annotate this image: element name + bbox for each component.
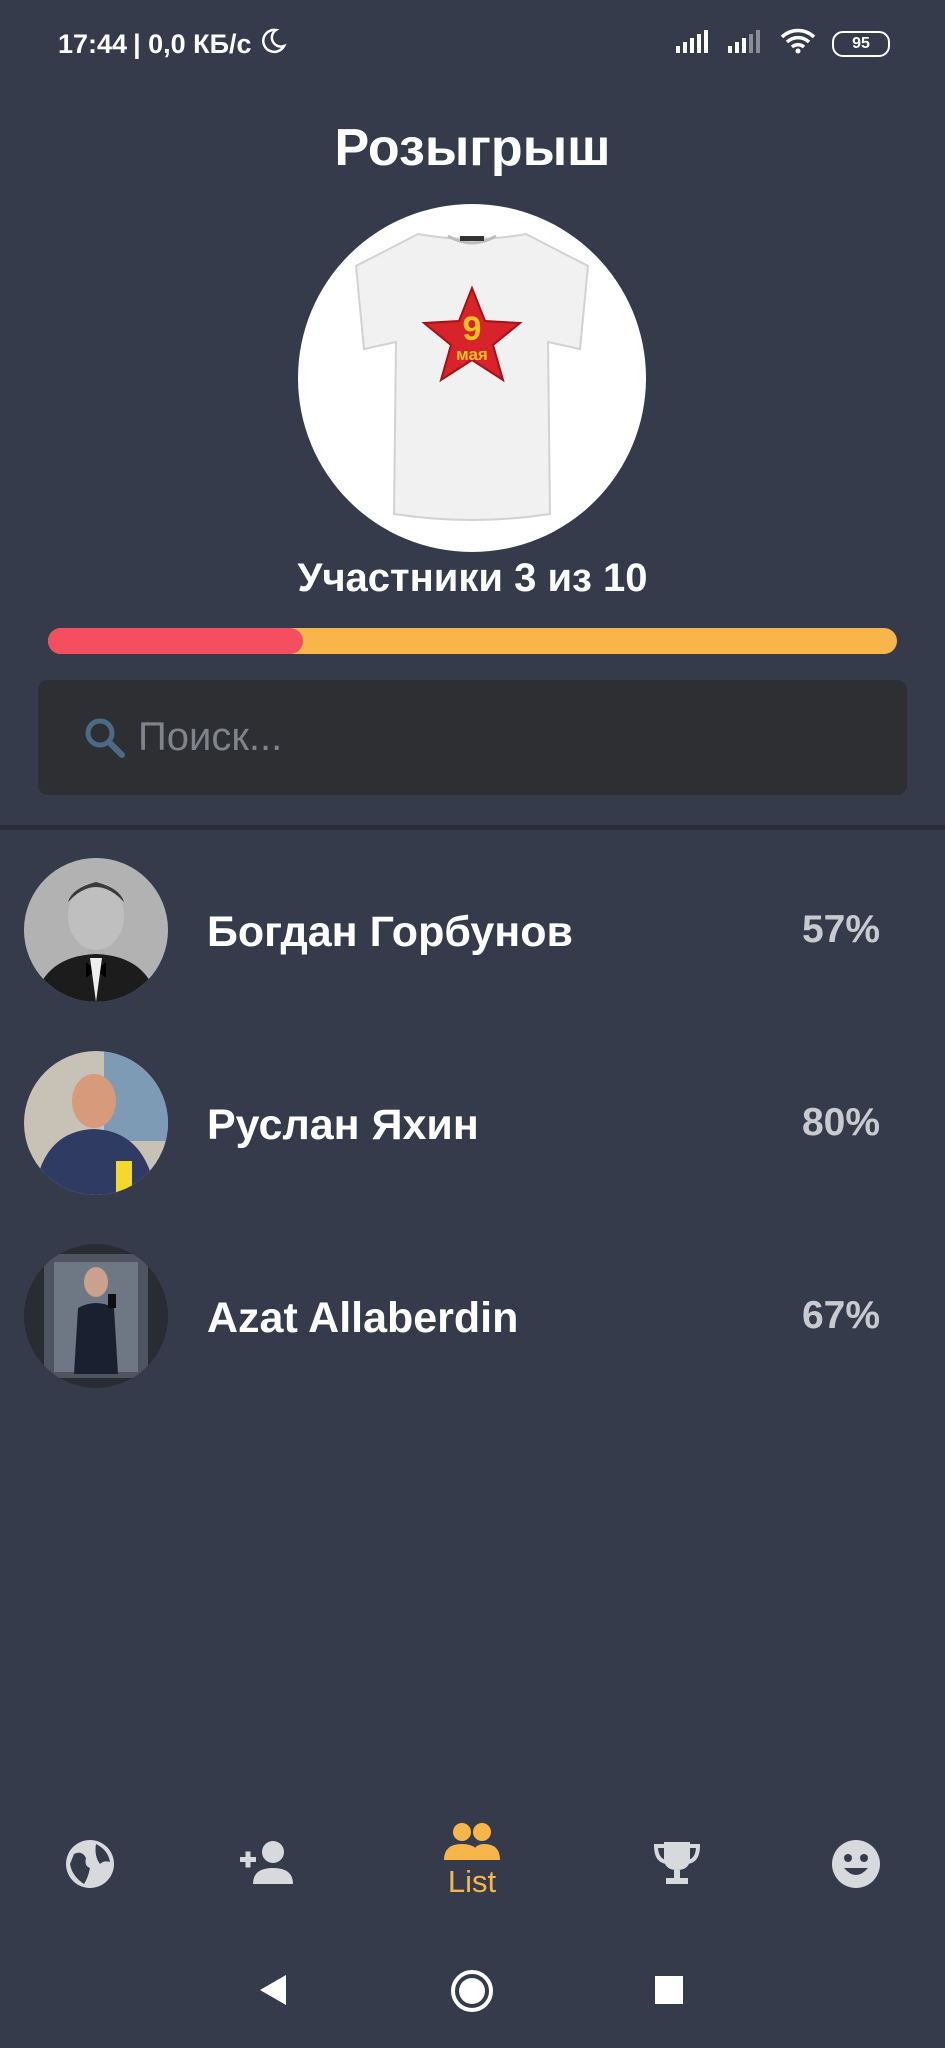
participant-name: Azat Allaberdin — [207, 1294, 519, 1342]
list-item[interactable]: Azat Allaberdin 67% — [0, 1236, 945, 1429]
tshirt-icon: 9 мая — [354, 232, 590, 521]
avatar — [24, 1051, 168, 1195]
participant-list: Богдан Горбунов 57% Руслан Яхин 80% Azat… — [0, 850, 945, 1429]
globe-icon — [66, 1840, 114, 1888]
people-icon — [444, 1823, 500, 1860]
search-icon — [85, 718, 125, 758]
system-navigation-bar — [0, 1955, 945, 2025]
star-number: 9 — [463, 310, 482, 348]
participant-percent: 80% — [801, 1101, 880, 1144]
list-item[interactable]: Богдан Горбунов 57% — [0, 850, 945, 1043]
nav-item-add-participant[interactable] — [207, 1838, 327, 1888]
avatar — [24, 1244, 168, 1388]
recents-icon[interactable] — [654, 1975, 684, 2005]
status-right: 95 — [676, 28, 890, 59]
participant-percent: 57% — [801, 908, 880, 951]
participant-name: Руслан Яхин — [207, 1101, 479, 1149]
add-person-icon — [240, 1841, 293, 1884]
home-icon[interactable] — [450, 1969, 494, 2013]
participants-count: Участники 3 из 10 — [297, 556, 648, 600]
participant-percent: 67% — [801, 1294, 880, 1337]
participant-name: Богдан Горбунов — [207, 908, 573, 956]
status-bar: 17:44 | 0,0 КБ/с 95 — [0, 0, 945, 90]
participants-progress-bar — [48, 628, 897, 654]
nav-item-trophy[interactable] — [617, 1838, 737, 1888]
avatar — [24, 858, 168, 1002]
network-speed: | 0,0 КБ/с — [133, 29, 252, 59]
list-item[interactable]: Руслан Яхин 80% — [0, 1043, 945, 1236]
status-left: 17:44 | 0,0 КБ/с — [58, 26, 288, 63]
nav-item-list[interactable]: List — [412, 1822, 532, 1900]
smiley-icon — [832, 1840, 880, 1888]
prize-image: 9 мая — [298, 204, 646, 552]
bottom-navigation: List — [0, 1820, 945, 1930]
signal-icon — [676, 29, 712, 58]
clock: 17:44 — [58, 29, 128, 59]
search-input[interactable] — [136, 714, 840, 761]
progress-fill — [48, 628, 303, 654]
trophy-icon — [653, 1842, 701, 1884]
signal-2-icon — [728, 29, 764, 58]
star-text: мая — [456, 345, 488, 364]
battery-icon: 95 — [832, 30, 890, 57]
search-box[interactable] — [38, 680, 907, 795]
nav-item-profile[interactable] — [796, 1838, 916, 1890]
moon-icon — [258, 26, 288, 63]
wifi-icon — [780, 28, 816, 59]
nav-label-list: List — [447, 1864, 497, 1899]
page-title: Розыгрыш — [334, 119, 611, 177]
divider — [0, 825, 945, 830]
back-icon[interactable] — [258, 1973, 290, 2007]
nav-item-globe[interactable] — [30, 1838, 150, 1890]
